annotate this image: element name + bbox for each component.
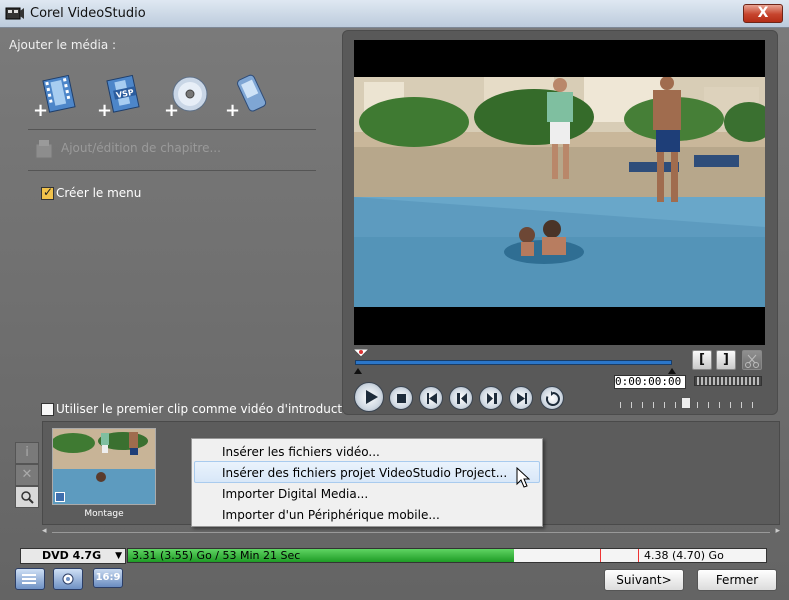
delete-button[interactable]: ✕ — [15, 464, 39, 486]
info-button[interactable]: i — [15, 442, 39, 464]
info-icon: i — [25, 445, 29, 460]
capacity-limit-marker — [638, 549, 639, 562]
scroll-right-icon[interactable]: ▸ — [775, 526, 780, 536]
close-button[interactable]: Fermer — [697, 569, 777, 591]
repeat-button[interactable] — [540, 386, 564, 410]
stop-button[interactable] — [389, 386, 413, 410]
scrub-bar[interactable] — [355, 360, 672, 365]
add-media-label: Ajouter le média : — [9, 38, 117, 52]
video-frame — [354, 77, 765, 307]
scroll-left-icon[interactable]: ◂ — [42, 526, 47, 536]
stop-icon — [397, 394, 406, 403]
mouse-cursor-icon — [516, 467, 530, 488]
add-mobile-icon[interactable]: + — [224, 72, 272, 120]
shuttle-control[interactable] — [694, 376, 762, 386]
preferences-button[interactable] — [53, 568, 83, 590]
project-settings-button[interactable] — [15, 568, 45, 590]
gear-icon — [62, 573, 74, 585]
go-to-end-button[interactable] — [509, 386, 533, 410]
chevron-down-icon: ▼ — [115, 551, 122, 561]
previous-frame-button[interactable] — [449, 386, 473, 410]
next-frame-button[interactable] — [479, 386, 503, 410]
play-button[interactable] — [354, 382, 384, 412]
title-bar: Corel VideoStudio X — [0, 0, 789, 28]
trim-start-handle[interactable] — [354, 368, 362, 374]
timecode-field[interactable]: 0:00:00:00 — [614, 375, 686, 389]
list-icon — [22, 574, 36, 584]
chapter-icon — [35, 140, 53, 159]
disc-type-value: DVD 4.7G — [42, 549, 102, 562]
add-disc-icon[interactable]: + — [163, 72, 211, 120]
context-menu: Insérer les fichiers vidéo... Insérer de… — [191, 438, 543, 527]
mark-out-button[interactable]: ] — [716, 350, 736, 370]
repeat-icon — [545, 391, 560, 406]
video-clip-icon — [55, 492, 65, 502]
divider — [28, 129, 316, 130]
create-menu-checkbox[interactable] — [41, 185, 54, 200]
capacity-used-text: 3.31 (3.55) Go / 53 Min 21 Sec — [132, 549, 301, 562]
close-window-button[interactable]: X — [743, 4, 783, 23]
skip-end-icon — [517, 393, 527, 404]
capacity-marker — [600, 549, 601, 562]
intro-clip-checkbox[interactable] — [41, 403, 54, 416]
aspect-ratio-button[interactable]: 16:9 — [93, 568, 123, 588]
mark-in-button[interactable]: [ — [692, 350, 712, 370]
go-to-start-button[interactable] — [419, 386, 443, 410]
create-menu-label: Créer le menu — [56, 186, 142, 200]
svg-text:+: + — [225, 100, 240, 120]
svg-text:+: + — [33, 100, 48, 120]
zoom-button[interactable] — [15, 486, 39, 508]
intro-clip-label: Utiliser le premier clip comme vidéo d'i… — [56, 402, 361, 416]
add-vsp-icon[interactable]: VSP + — [96, 72, 144, 120]
clip-name: Montage — [84, 509, 124, 519]
clip-thumbnail[interactable] — [52, 428, 156, 505]
menu-item-import-digital-media[interactable]: Importer Digital Media... — [222, 484, 368, 505]
disc-capacity-bar: 3.31 (3.55) Go / 53 Min 21 Sec 4.38 (4.7… — [127, 548, 767, 563]
video-preview[interactable] — [354, 40, 765, 345]
volume-slider-thumb[interactable] — [681, 397, 691, 409]
skip-start-icon — [427, 393, 437, 404]
window-title: Corel VideoStudio — [30, 6, 146, 21]
split-clip-button[interactable] — [742, 350, 762, 370]
play-icon — [366, 390, 378, 404]
app-logo-icon — [5, 7, 24, 20]
menu-item-insert-project[interactable]: Insérer des fichiers projet VideoStudio … — [222, 463, 507, 484]
menu-item-insert-video[interactable]: Insérer les fichiers vidéo... — [222, 442, 380, 463]
delete-icon: ✕ — [21, 467, 33, 482]
disc-type-select[interactable]: DVD 4.7G ▼ — [20, 548, 126, 564]
next-button[interactable]: Suivant> — [604, 569, 684, 591]
capacity-limit-text: 4.38 (4.70) Go — [644, 549, 724, 562]
magnifier-icon — [21, 491, 34, 504]
scissors-icon — [745, 354, 759, 368]
trim-end-handle[interactable] — [668, 368, 676, 374]
svg-text:+: + — [97, 100, 112, 120]
add-video-icon[interactable]: + — [32, 72, 80, 120]
mark-in-indicator[interactable] — [353, 349, 369, 359]
step-forward-icon — [487, 393, 497, 404]
clip-preview-image — [53, 429, 155, 504]
chapter-edit-button[interactable]: Ajout/édition de chapitre... — [61, 141, 221, 155]
menu-item-import-mobile[interactable]: Importer d'un Périphérique mobile... — [222, 505, 440, 526]
svg-text:+: + — [164, 100, 179, 120]
clip-scrollbar[interactable]: ◂ ▸ — [42, 526, 780, 536]
divider — [28, 170, 316, 171]
step-back-icon — [457, 393, 467, 404]
